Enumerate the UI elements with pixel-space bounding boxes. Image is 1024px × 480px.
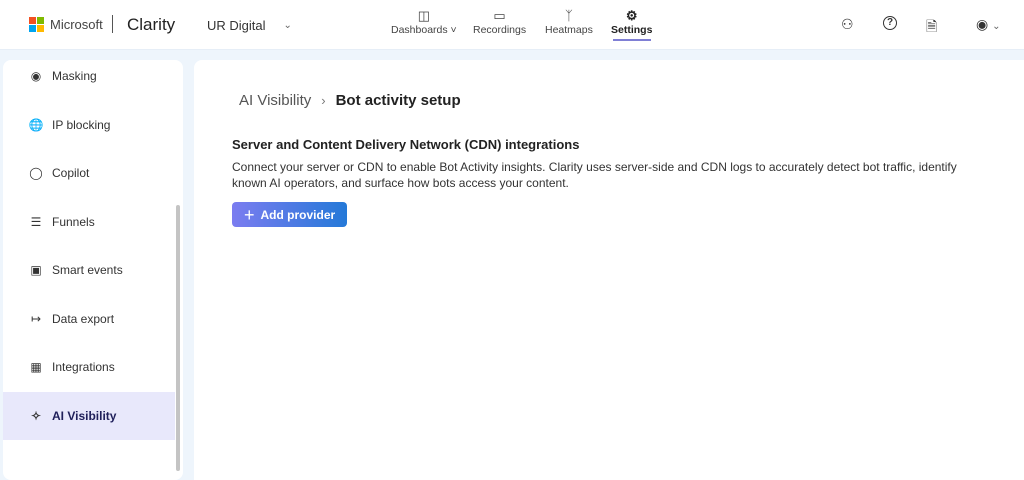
sidebar-item-integrations[interactable]: ▦ Integrations — [3, 343, 175, 391]
flame-icon: ᛉ — [565, 8, 573, 23]
breadcrumb: AI Visibility › Bot activity setup — [239, 92, 461, 109]
sidebar-item-label: Copilot — [52, 166, 90, 180]
sidebar-item-label: Masking — [52, 69, 97, 83]
project-selector[interactable]: UR Digital ⌄ — [207, 18, 292, 33]
ai-search-icon: ✧ — [30, 409, 42, 423]
button-label: Add provider — [260, 207, 336, 222]
nav-settings[interactable]: ⚙ Settings — [611, 7, 652, 41]
breadcrumb-parent-link[interactable]: AI Visibility — [239, 92, 311, 109]
chevron-right-icon: › — [321, 93, 326, 108]
nav-heatmaps[interactable]: ᛉ Heatmaps — [545, 7, 593, 36]
main-panel: AI Visibility › Bot activity setup Serve… — [194, 60, 1024, 480]
microsoft-squares-icon — [29, 17, 44, 32]
sidebar-item-ai-visibility[interactable]: ✧ AI Visibility — [3, 392, 175, 440]
smart-events-icon: ▣ — [30, 263, 42, 277]
sidebar-item-label: Data export — [52, 312, 115, 326]
sidebar-item-smart-events[interactable]: ▣ Smart events — [3, 246, 175, 294]
document-icon[interactable]: 🗎 — [926, 16, 937, 40]
breadcrumb-current: Bot activity setup — [335, 92, 461, 109]
add-provider-button[interactable]: + Add provider — [232, 202, 347, 227]
sidebar-item-data-export[interactable]: ↦ Data export — [3, 295, 175, 343]
nav-label: Settings — [611, 24, 653, 36]
sidebar-item-label: Integrations — [52, 360, 115, 374]
export-icon: ↦ — [30, 312, 42, 326]
masking-icon: ◉ — [30, 69, 42, 83]
nav-label: Dashboards — [391, 24, 448, 36]
nav-label: Heatmaps — [545, 24, 593, 36]
settings-sidebar: ◉ Masking 🌐 IP blocking ◯ Copilot ☰ Funnels … — [3, 60, 183, 480]
feedback-icon[interactable]: ⚇ — [841, 16, 854, 33]
microsoft-logo: Microsoft — [29, 17, 103, 32]
sidebar-item-copilot[interactable]: ◯ Copilot — [3, 149, 175, 197]
chevron-down-icon: ⌄ — [283, 20, 292, 31]
section-description: Connect your server or CDN to enable Bot… — [232, 160, 957, 190]
sidebar-item-label: AI Visibility — [52, 409, 117, 423]
sidebar-item-label: Funnels — [52, 215, 95, 229]
sidebar-scrollbar[interactable] — [176, 205, 180, 471]
top-header: Microsoft Clarity UR Digital ⌄ ◫ Dashboard… — [0, 0, 1024, 50]
dashboard-icon: ◫ — [417, 8, 430, 23]
funnel-icon: ☰ — [30, 215, 42, 229]
copilot-icon: ◯ — [29, 166, 43, 180]
sidebar-item-funnels[interactable]: ☰ Funnels — [3, 198, 175, 246]
globe-icon: 🌐 — [28, 118, 44, 132]
sidebar-item-label: Smart events — [52, 263, 123, 277]
nav-label: Recordings — [473, 24, 527, 36]
help-icon[interactable]: ? — [883, 16, 897, 30]
project-name: UR Digital — [207, 18, 266, 33]
gear-icon: ⚙ — [625, 8, 638, 23]
chevron-down-icon: ⌄ — [992, 21, 1001, 32]
sidebar-item-label: IP blocking — [52, 118, 111, 132]
grid-icon: ▦ — [30, 360, 42, 374]
brand-name: Microsoft — [50, 17, 103, 32]
nav-recordings[interactable]: ▭ Recordings — [473, 7, 526, 36]
sidebar-item-ip-blocking[interactable]: 🌐 IP blocking — [3, 101, 175, 149]
nav-dashboards[interactable]: ◫ Dashboards ˅ — [391, 7, 457, 36]
divider — [112, 15, 113, 33]
section-title: Server and Content Delivery Network (CDN… — [232, 137, 580, 152]
product-name[interactable]: Clarity — [127, 15, 175, 35]
video-icon: ▭ — [493, 8, 506, 23]
plus-icon: + — [244, 204, 255, 225]
sidebar-item-masking[interactable]: ◉ Masking — [3, 52, 175, 100]
account-icon[interactable]: ◉ ⌄ — [976, 16, 1001, 33]
